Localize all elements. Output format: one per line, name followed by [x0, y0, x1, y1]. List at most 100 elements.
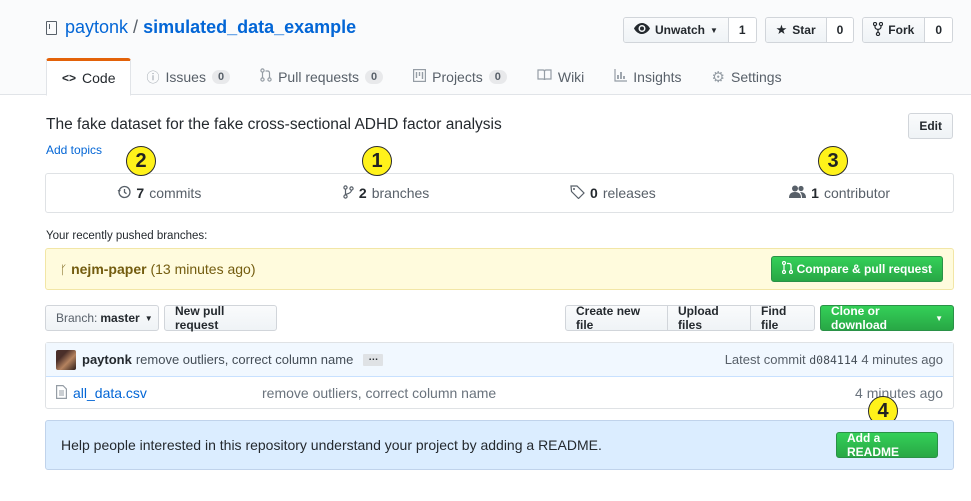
chevron-down-icon: ▼ [935, 313, 943, 323]
file-age: 4 minutes ago [855, 385, 943, 401]
watch-count[interactable]: 1 [728, 18, 756, 42]
latest-commit-row: paytonk remove outliers, correct column … [46, 343, 953, 377]
clone-or-download-button[interactable]: Clone or download ▼ [820, 304, 954, 332]
pull-request-icon [260, 68, 272, 85]
tab-projects[interactable]: Projects 0 [398, 58, 522, 95]
tab-pull-requests[interactable]: Pull requests 0 [245, 58, 398, 95]
numbers-summary: 7 commits 2 branches 0 releases 1 contri… [45, 173, 954, 213]
tab-label: Projects [432, 68, 483, 85]
tab-label: Insights [633, 68, 682, 85]
star-icon: ★ [775, 22, 788, 37]
tab-label: Code [82, 70, 116, 86]
history-icon [117, 185, 132, 202]
commits-label: commits [149, 185, 202, 201]
annotation-marker-3: 3 [818, 146, 848, 176]
tab-insights[interactable]: Insights [599, 58, 696, 95]
repo-icon [46, 20, 57, 35]
gear-icon: ⚙ [711, 68, 725, 86]
recent-branches-label: Your recently pushed branches: [46, 230, 208, 242]
commit-message[interactable]: remove outliers, correct column name [136, 352, 353, 367]
commits-link[interactable]: 7 commits [46, 174, 273, 212]
latest-commit-age: 4 minutes ago [861, 352, 943, 367]
branch-name: master [100, 311, 140, 325]
repo-separator: / [133, 17, 139, 37]
tab-counter: 0 [211, 69, 231, 84]
fork-button[interactable]: Fork [863, 18, 926, 42]
annotation-marker-2: 2 [126, 146, 156, 176]
contributors-link[interactable]: 1 contributor [726, 174, 953, 212]
latest-commit-prefix: Latest commit [724, 352, 806, 367]
graph-icon [614, 68, 628, 85]
eye-icon [633, 23, 650, 37]
list-item: all_data.csv remove outliers, correct co… [46, 377, 953, 409]
branch-select-button[interactable]: Branch: master ▼ [45, 305, 159, 331]
commits-count: 7 [136, 185, 145, 201]
compare-pull-request-button[interactable]: Compare & pull request [770, 256, 943, 282]
chevron-down-icon: ▼ [710, 25, 718, 35]
unwatch-button[interactable]: Unwatch ▼ [623, 18, 729, 42]
new-pull-request-button[interactable]: New pull request [164, 304, 277, 332]
repo-owner-link[interactable]: paytonk [65, 17, 128, 38]
clone-label: Clone or download [831, 304, 887, 332]
file-list: paytonk remove outliers, correct column … [45, 342, 954, 409]
tab-settings[interactable]: ⚙ Settings [697, 58, 797, 95]
add-readme-button[interactable]: Add a README [836, 431, 938, 459]
star-label: Star [792, 23, 816, 37]
readme-prompt-text: Help people interested in this repositor… [61, 437, 602, 453]
annotation-marker-1: 1 [362, 146, 392, 176]
star-button[interactable]: ★ Star [765, 18, 827, 42]
latest-commit-info: Latest commit d084114 4 minutes ago [725, 352, 943, 367]
add-topics-link[interactable]: Add topics [46, 143, 102, 157]
recent-branch-name[interactable]: nejm-paper [71, 261, 146, 277]
commit-sha-link[interactable]: d084114 [809, 353, 857, 367]
commit-author[interactable]: paytonk [82, 352, 132, 367]
tab-wiki[interactable]: Wiki [522, 58, 599, 95]
tab-issues[interactable]: ⓘ Issues 0 [131, 58, 245, 95]
star-count[interactable]: 0 [826, 18, 854, 42]
tab-label: Pull requests [278, 68, 360, 85]
releases-label: releases [602, 185, 656, 201]
expand-commit-button[interactable]: … [363, 352, 384, 366]
fork-icon [873, 21, 884, 39]
recent-branch-banner: ᚴ nejm-paper (13 minutes ago) Compare & … [45, 248, 954, 290]
avatar[interactable] [56, 349, 76, 370]
chevron-down-icon: ▼ [144, 313, 153, 323]
branches-link[interactable]: 2 branches [273, 174, 500, 212]
contributors-label: contributor [823, 185, 891, 201]
tab-label: Wiki [557, 68, 585, 85]
tab-counter: 0 [488, 69, 507, 84]
recent-branch-time: (13 minutes ago) [150, 261, 256, 277]
people-icon [789, 185, 807, 201]
tab-code[interactable]: <> Code [46, 58, 132, 96]
star-group: ★ Star 0 [764, 17, 855, 43]
contributors-count: 1 [811, 185, 819, 201]
upload-files-button[interactable]: Upload files [667, 304, 751, 332]
tab-label: Issues [165, 68, 206, 85]
branch-prefix: Branch: [56, 311, 98, 325]
recent-branch-info: ᚴ nejm-paper (13 minutes ago) [60, 261, 256, 277]
fork-group: Fork 0 [862, 17, 953, 43]
repo-header: paytonk / simulated_data_example Unwatch… [0, 0, 971, 96]
project-icon [413, 68, 427, 85]
file-icon [56, 384, 67, 402]
file-name-link[interactable]: all_data.csv [73, 385, 147, 401]
book-icon [537, 69, 552, 84]
readme-prompt: Help people interested in this repositor… [45, 420, 954, 470]
find-file-button[interactable]: Find file [750, 304, 815, 332]
edit-button[interactable]: Edit [908, 113, 953, 139]
fork-count[interactable]: 0 [925, 18, 952, 42]
file-commit-message[interactable]: remove outliers, correct column name [262, 385, 496, 401]
compare-label: Compare & pull request [796, 262, 932, 276]
code-icon: <> [62, 71, 77, 85]
fork-label: Fork [888, 23, 915, 37]
tag-icon [570, 184, 585, 202]
repo-name-link[interactable]: simulated_data_example [143, 17, 356, 38]
releases-link[interactable]: 0 releases [500, 174, 727, 212]
watch-group: Unwatch ▼ 1 [622, 17, 757, 43]
repo-tabs: <> Code ⓘ Issues 0 Pull requests 0 Proje… [46, 58, 797, 96]
branches-label: branches [371, 185, 430, 201]
branches-count: 2 [358, 185, 367, 201]
create-new-file-button[interactable]: Create new file [565, 304, 668, 332]
file-navigation: Branch: master ▼ New pull request Create… [45, 304, 954, 332]
repo-description: The fake dataset for the fake cross-sect… [46, 116, 502, 133]
